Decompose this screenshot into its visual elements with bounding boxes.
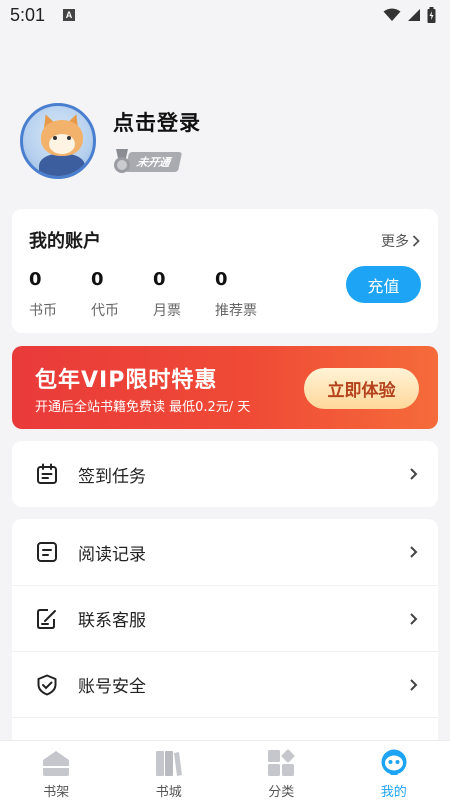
menu-card: 阅读记录 联系客服 账号安全: [12, 519, 438, 759]
nav-label: 我的: [380, 785, 407, 800]
stat-item[interactable]: 0 代币: [91, 269, 153, 320]
books-icon: [154, 748, 184, 778]
nav-label: 书架: [43, 785, 70, 800]
account-stats: 0 书币 0 代币 0 月票 0 推荐票: [29, 269, 277, 320]
stat-label: 书币: [29, 303, 57, 319]
profile-header[interactable]: 点击登录 未开通: [20, 103, 201, 179]
member-badge: 未开通: [113, 149, 201, 175]
avatar-body: [39, 154, 85, 176]
menu-label: 账号安全: [78, 677, 146, 697]
stat-label: 代币: [91, 303, 119, 319]
wifi-icon: [383, 8, 401, 21]
avatar[interactable]: [20, 103, 96, 179]
chevron-right-icon: [410, 678, 418, 691]
menu-label: 阅读记录: [78, 544, 146, 565]
signal-icon: [408, 9, 420, 21]
nav-tab-mine[interactable]: 我的: [338, 741, 450, 801]
account-more-link[interactable]: 更多: [381, 231, 420, 251]
nav-tab-category[interactable]: 分类: [225, 741, 338, 801]
menu-label: 联系客服: [78, 611, 146, 631]
account-title: 我的账户: [29, 231, 101, 252]
shield-check-icon: [35, 673, 59, 697]
category-icon: [266, 748, 296, 778]
try-now-button[interactable]: 立即体验: [304, 368, 419, 409]
edit-note-icon: [35, 607, 59, 631]
status-right-icons: [383, 7, 436, 23]
stat-item[interactable]: 0 月票: [153, 269, 215, 320]
profile-text: 点击登录 未开通: [113, 107, 201, 175]
login-link[interactable]: 点击登录: [113, 107, 201, 137]
notification-icon: A: [63, 9, 76, 21]
status-bar: 5:01 A: [0, 0, 450, 30]
bottom-nav: 书架 书城 分类 我的: [0, 740, 450, 801]
chevron-right-icon: [412, 235, 420, 247]
avatar-eye-left: [53, 136, 57, 140]
stat-label: 推荐票: [215, 303, 257, 319]
avatar-eye-right: [67, 136, 71, 140]
nav-tab-bookshelf[interactable]: 书架: [0, 741, 113, 801]
menu-label: 签到任务: [78, 466, 146, 487]
reading-history-icon: [35, 540, 59, 564]
menu-item-sign-in-tasks[interactable]: 签到任务: [12, 441, 438, 507]
stat-value: 0: [215, 269, 228, 290]
menu-item-customer-service[interactable]: 联系客服: [12, 585, 438, 651]
nav-label: 书城: [155, 785, 182, 800]
stat-label: 月票: [153, 303, 181, 319]
profile-face-icon: [379, 748, 409, 778]
task-card: 签到任务: [12, 441, 438, 507]
status-time: 5:01: [10, 4, 46, 25]
stat-value: 0: [91, 269, 104, 290]
vip-title: 包年VIP限时特惠: [35, 368, 218, 393]
nav-tab-bookstore[interactable]: 书城: [113, 741, 226, 801]
chevron-right-icon: [410, 612, 418, 625]
vip-banner[interactable]: 包年VIP限时特惠 开通后全站书籍免费读 最低0.2元/ 天 立即体验: [12, 346, 438, 429]
more-label: 更多: [381, 234, 409, 250]
stat-item[interactable]: 0 书币: [29, 269, 91, 320]
battery-icon: [427, 7, 436, 23]
medal-icon: [114, 149, 130, 173]
menu-item-account-security[interactable]: 账号安全: [12, 651, 438, 717]
chevron-right-icon: [410, 546, 418, 558]
vip-subtitle: 开通后全站书籍免费读 最低0.2元/ 天: [35, 400, 251, 415]
home-icon: [41, 748, 71, 778]
nav-label: 分类: [268, 785, 295, 800]
stat-value: 0: [29, 269, 42, 290]
calendar-icon: [35, 462, 59, 486]
member-status: 未开通: [124, 152, 183, 172]
menu-item-reading-history[interactable]: 阅读记录: [12, 519, 438, 585]
stat-item[interactable]: 0 推荐票: [215, 269, 277, 320]
stat-value: 0: [153, 269, 166, 290]
account-card: 我的账户 更多 0 书币 0 代币 0 月票 0 推荐票 充值: [12, 209, 438, 333]
chevron-right-icon: [410, 468, 418, 480]
recharge-button[interactable]: 充值: [346, 266, 421, 303]
